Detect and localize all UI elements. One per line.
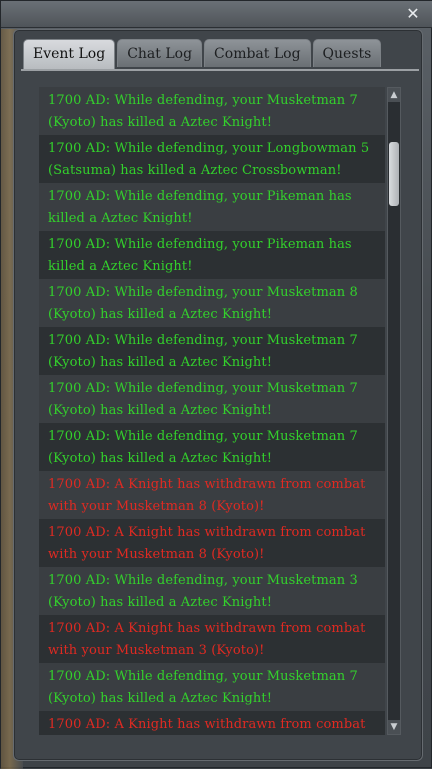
log-entry: 1700 AD: While defending, your Musketman… [39, 567, 385, 615]
tab-quests[interactable]: Quests [312, 39, 382, 67]
event-log-list[interactable]: 1700 AD: While defending, your Musketman… [39, 87, 385, 735]
log-entry: 1700 AD: A Knight has withdrawn from com… [39, 615, 385, 663]
log-entry: 1700 AD: While defending, your Musketman… [39, 279, 385, 327]
window-titlebar[interactable]: ✕ [1, 1, 432, 28]
close-button[interactable]: ✕ [403, 4, 423, 24]
scroll-down-icon[interactable]: ▼ [388, 720, 400, 734]
log-entry: 1700 AD: A Knight has withdrawn from com… [39, 711, 385, 735]
close-icon[interactable]: ✕ [406, 4, 419, 23]
log-entry: 1700 AD: A Knight has withdrawn from com… [39, 519, 385, 567]
log-scrollbar[interactable]: ▲ ▼ [387, 87, 401, 735]
log-entry: 1700 AD: While defending, your Longbowma… [39, 135, 385, 183]
log-entry: 1700 AD: While defending, your Musketman… [39, 87, 385, 135]
log-entry: 1700 AD: While defending, your Pikeman h… [39, 183, 385, 231]
tab-event-log[interactable]: Event Log [23, 39, 116, 69]
tab-chat-log[interactable]: Chat Log [117, 39, 203, 67]
log-entry: 1700 AD: A Knight has withdrawn from com… [39, 471, 385, 519]
tab-bar: Event Log Chat Log Combat Log Quests [23, 39, 382, 69]
log-entry: 1700 AD: While defending, your Musketman… [39, 327, 385, 375]
log-entry: 1700 AD: While defending, your Pikeman h… [39, 231, 385, 279]
event-log-window: ✕ Event Log Chat Log Combat Log Quests 1… [0, 0, 432, 769]
tab-divider [21, 69, 419, 71]
tab-combat-log[interactable]: Combat Log [204, 39, 311, 67]
log-entry: 1700 AD: While defending, your Musketman… [39, 423, 385, 471]
log-entry: 1700 AD: While defending, your Musketman… [39, 663, 385, 711]
log-entry: 1700 AD: While defending, your Musketman… [39, 375, 385, 423]
scroll-up-icon[interactable]: ▲ [388, 88, 400, 102]
scroll-thumb[interactable] [389, 142, 399, 206]
